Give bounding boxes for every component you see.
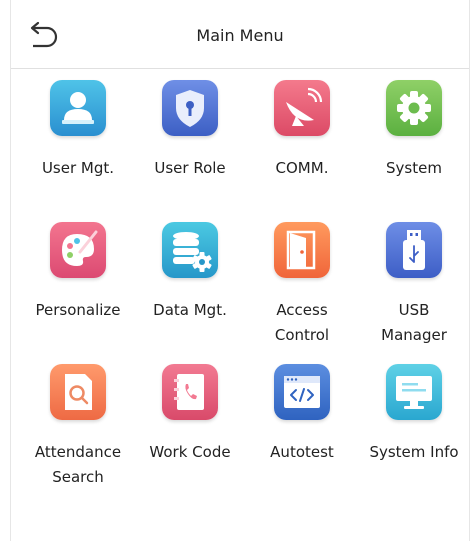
menu-item-personalize[interactable]: Personalize — [23, 222, 133, 342]
database-gear-icon — [162, 222, 218, 278]
menu-item-data-mgt[interactable]: Data Mgt. — [135, 222, 245, 342]
code-window-icon — [274, 364, 330, 420]
address-book-icon — [162, 364, 218, 420]
menu-item-user-mgt[interactable]: User Mgt. — [23, 80, 133, 200]
menu-item-label: Data Mgt. — [153, 301, 227, 319]
menu-item-label: Autotest — [270, 443, 334, 461]
menu-item-label: User Role — [154, 159, 226, 177]
menu-item-usb-manager[interactable]: USB Manager — [359, 222, 469, 344]
menu-item-system[interactable]: System — [359, 80, 469, 200]
menu-item-label: Work Code — [149, 443, 231, 461]
document-search-icon — [50, 364, 106, 420]
menu-item-label: System Info — [369, 443, 459, 461]
satellite-dish-icon — [274, 80, 330, 136]
menu-item-label: Attendance Search — [34, 443, 122, 486]
main-menu-screen: Main Menu User Mgt. User Role COMM. Syst… — [10, 0, 470, 541]
menu-item-label: System — [386, 159, 442, 177]
usb-drive-icon — [386, 222, 442, 278]
menu-item-system-info[interactable]: System Info — [359, 364, 469, 484]
menu-item-access-control[interactable]: Access Control — [247, 222, 357, 344]
menu-item-label: User Mgt. — [41, 159, 115, 177]
menu-item-autotest[interactable]: Autotest — [247, 364, 357, 484]
menu-item-label: Access Control — [274, 301, 330, 344]
user-role-shield-icon — [162, 80, 218, 136]
menu-item-attendance-search[interactable]: Attendance Search — [23, 364, 133, 486]
menu-item-label: USB Manager — [381, 301, 447, 344]
monitor-icon — [386, 364, 442, 420]
palette-icon — [50, 222, 106, 278]
user-management-icon — [50, 80, 106, 136]
gear-icon — [386, 80, 442, 136]
menu-item-user-role[interactable]: User Role — [135, 80, 245, 200]
door-icon — [274, 222, 330, 278]
menu-item-label: COMM. — [275, 159, 329, 177]
menu-item-label: Personalize — [35, 301, 121, 319]
menu-item-work-code[interactable]: Work Code — [135, 364, 245, 484]
menu-grid: User Mgt. User Role COMM. System Persona… — [11, 0, 469, 541]
menu-item-comm[interactable]: COMM. — [247, 80, 357, 200]
